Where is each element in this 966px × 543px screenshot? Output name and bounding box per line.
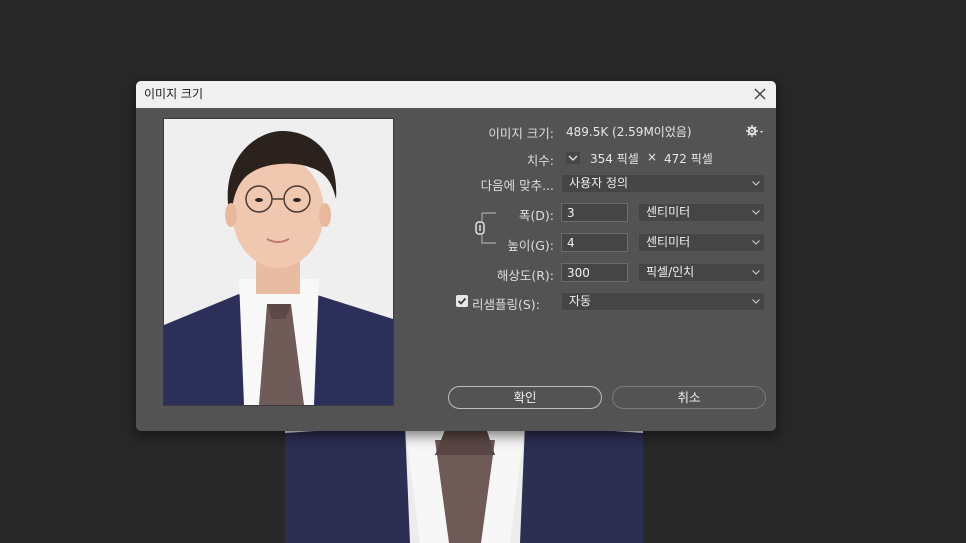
height-unit-value: 센티미터	[646, 235, 691, 249]
fit-to-label: 다음에 맞추...	[480, 178, 554, 193]
chevron-down-icon	[752, 299, 760, 304]
dimensions-width: 354 픽셀	[590, 152, 639, 166]
fit-to-select[interactable]: 사용자 정의	[561, 174, 765, 193]
resolution-unit-select[interactable]: 픽셀/인치	[638, 263, 765, 282]
resolution-label: 해상도(R):	[496, 268, 554, 283]
chevron-down-icon	[752, 240, 760, 245]
canvas-photo	[285, 425, 643, 543]
chevron-down-icon[interactable]	[566, 152, 580, 164]
fit-to-value: 사용자 정의	[569, 176, 629, 190]
resample-label: 리샘플링(S):	[472, 297, 540, 312]
chevron-down-icon	[752, 210, 760, 215]
height-label: 높이(G):	[507, 238, 554, 253]
chevron-down-icon	[752, 270, 760, 275]
close-icon[interactable]	[752, 86, 768, 102]
resolution-unit-value: 픽셀/인치	[646, 265, 695, 279]
cancel-button[interactable]: 취소	[612, 386, 766, 409]
width-unit-select[interactable]: 센티미터	[638, 203, 765, 222]
resample-checkbox[interactable]	[456, 295, 468, 307]
image-size-dialog: 이미지 크기 이미지 크기: 489.5K (2.59M이었음) 치수: 354…	[136, 81, 776, 431]
dialog-titlebar: 이미지 크기	[136, 81, 776, 108]
height-unit-select[interactable]: 센티미터	[638, 233, 765, 252]
dimensions-label: 치수:	[526, 153, 554, 168]
chevron-down-icon	[752, 181, 760, 186]
resolution-input[interactable]: 300	[561, 263, 628, 282]
image-size-value: 489.5K (2.59M이었음)	[566, 125, 692, 139]
width-label: 폭(D):	[518, 208, 554, 223]
dimensions-x: ×	[647, 150, 658, 164]
resample-value: 자동	[569, 294, 592, 308]
resample-select[interactable]: 자동	[561, 292, 765, 311]
gear-icon[interactable]	[746, 124, 764, 138]
dimensions-height: 472 픽셀	[664, 152, 713, 166]
dialog-title: 이미지 크기	[144, 87, 204, 101]
height-input[interactable]: 4	[561, 233, 628, 252]
ok-button[interactable]: 확인	[448, 386, 602, 409]
image-preview[interactable]	[163, 118, 394, 406]
width-input[interactable]: 3	[561, 203, 628, 222]
width-unit-value: 센티미터	[646, 205, 691, 219]
image-size-label: 이미지 크기:	[488, 126, 554, 141]
